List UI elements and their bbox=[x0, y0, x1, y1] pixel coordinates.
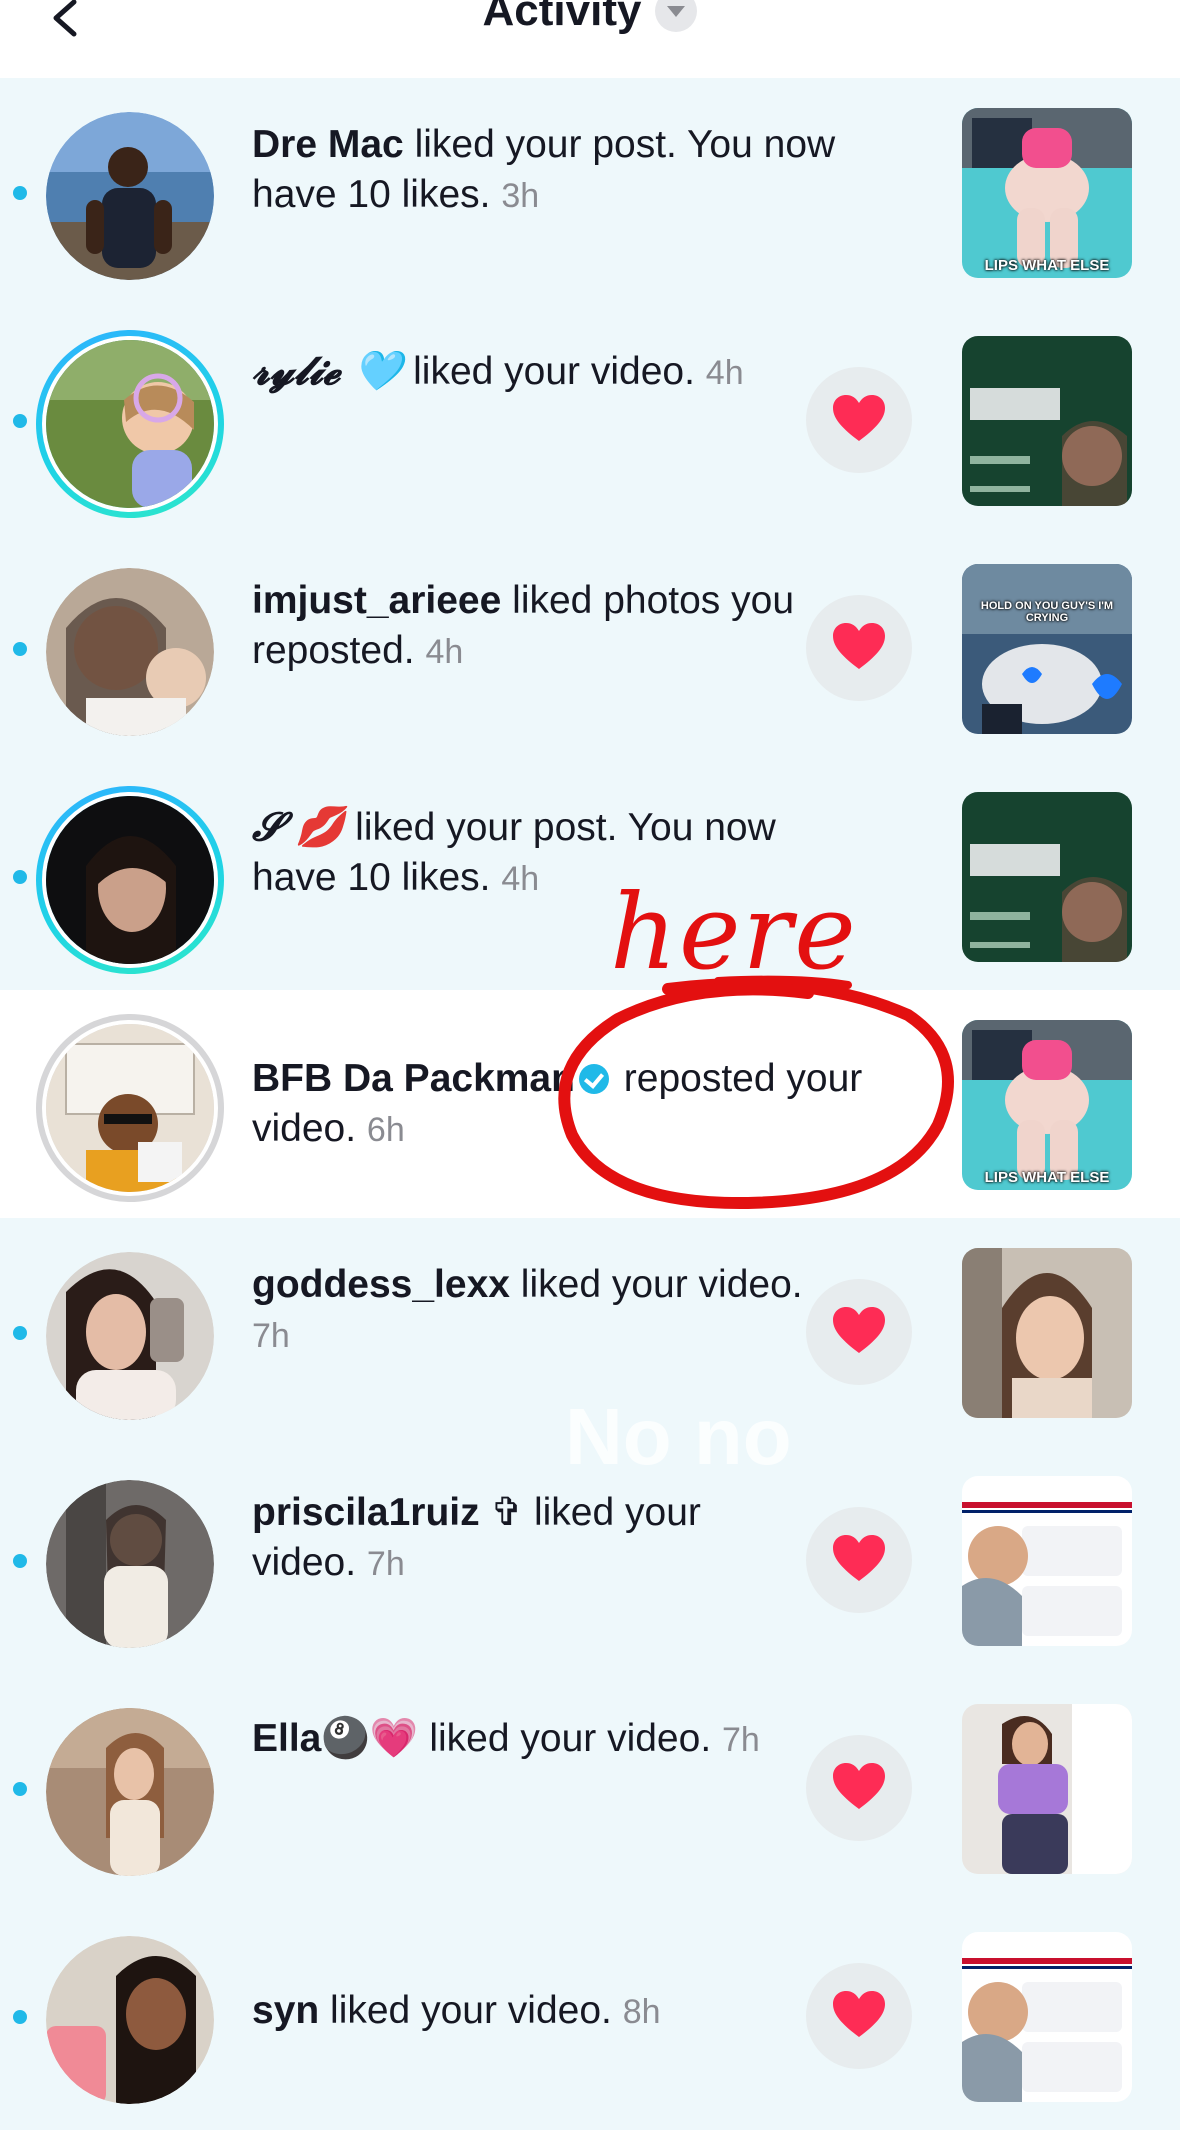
post-thumbnail[interactable] bbox=[962, 1704, 1132, 1874]
post-thumbnail[interactable] bbox=[962, 1932, 1132, 2102]
avatar[interactable] bbox=[46, 568, 214, 736]
list-item[interactable]: 𝓢 💋 liked your post. You now have 10 lik… bbox=[0, 762, 1180, 990]
unread-dot bbox=[13, 1554, 27, 1568]
list-item[interactable]: imjust_arieee liked photos you reposted.… bbox=[0, 534, 1180, 762]
unread-dot bbox=[13, 186, 27, 200]
unread-dot bbox=[13, 642, 27, 656]
username[interactable]: imjust_arieee bbox=[252, 579, 501, 622]
list-item[interactable]: Ella🎱💗 liked your video. 7h bbox=[0, 1674, 1180, 1902]
avatar[interactable] bbox=[46, 1936, 214, 2104]
unread-dot bbox=[13, 2010, 27, 2024]
notification-text: syn liked your video. 8h bbox=[252, 1986, 812, 2037]
thumbnail-caption: LIPS WHAT ELSE bbox=[984, 257, 1110, 274]
thumbnail-caption: LIPS WHAT ELSE bbox=[984, 1169, 1110, 1186]
like-button[interactable] bbox=[806, 1507, 912, 1613]
watermark-text: No no bbox=[565, 1392, 792, 1481]
avatar[interactable] bbox=[36, 786, 224, 974]
post-thumbnail[interactable] bbox=[962, 792, 1132, 962]
avatar[interactable] bbox=[46, 1708, 214, 1876]
notification-text: priscila1ruiz ✞ liked your video. 7h bbox=[252, 1488, 812, 1589]
username[interactable]: Ella🎱💗 bbox=[252, 1717, 419, 1760]
unread-dot bbox=[13, 1782, 27, 1796]
notification-action: liked your video. bbox=[509, 1263, 803, 1306]
heart-icon bbox=[833, 1535, 885, 1581]
list-item[interactable]: 𝓻𝔂𝓵𝓲𝓮 🩵 liked your video. 4h bbox=[0, 306, 1180, 534]
post-thumbnail[interactable] bbox=[962, 336, 1132, 506]
notification-text: goddess_lexx liked your video. 7h bbox=[252, 1260, 812, 1361]
timestamp: 3h bbox=[501, 177, 540, 215]
username[interactable]: syn bbox=[252, 1989, 319, 2032]
like-button[interactable] bbox=[806, 1963, 912, 2069]
timestamp: 7h bbox=[252, 1317, 290, 1355]
avatar[interactable] bbox=[36, 330, 224, 518]
username[interactable]: 𝓻𝔂𝓵𝓲𝓮 🩵 bbox=[252, 348, 402, 394]
timestamp: 8h bbox=[622, 1993, 661, 2031]
username[interactable]: priscila1ruiz ✞ bbox=[252, 1491, 523, 1534]
avatar[interactable] bbox=[46, 112, 214, 280]
like-button[interactable] bbox=[806, 367, 912, 473]
post-thumbnail[interactable]: LIPS WHAT ELSE bbox=[962, 1020, 1132, 1190]
top-bar: Activity bbox=[0, 0, 1180, 78]
avatar[interactable] bbox=[36, 1014, 224, 1202]
annotation-circle bbox=[558, 975, 954, 1210]
notification-text: Dre Mac liked your post. You now have 10… bbox=[252, 120, 912, 221]
like-button[interactable] bbox=[806, 1279, 912, 1385]
post-thumbnail[interactable]: LIPS WHAT ELSE bbox=[962, 108, 1132, 278]
username[interactable]: BFB Da Packman bbox=[252, 1057, 575, 1100]
notification-text: 𝓻𝔂𝓵𝓲𝓮 🩵 liked your video. 4h bbox=[252, 346, 812, 398]
handwritten-annotation: here bbox=[610, 871, 858, 993]
post-thumbnail[interactable] bbox=[962, 1476, 1132, 1646]
title-area[interactable]: Activity bbox=[0, 0, 1180, 36]
timestamp: 4h bbox=[501, 860, 540, 898]
avatar[interactable] bbox=[46, 1252, 214, 1420]
list-item[interactable]: Dre Mac liked your post. You now have 10… bbox=[0, 78, 1180, 306]
page-title: Activity bbox=[482, 0, 642, 35]
unread-dot bbox=[13, 1326, 27, 1340]
timestamp: 7h bbox=[366, 1545, 405, 1583]
unread-dot bbox=[13, 414, 27, 428]
notification-action: liked your video. bbox=[418, 1717, 712, 1760]
chevron-down-icon[interactable] bbox=[655, 0, 698, 32]
notification-text: imjust_arieee liked photos you reposted.… bbox=[252, 576, 812, 677]
timestamp: 6h bbox=[366, 1111, 405, 1149]
heart-icon bbox=[833, 623, 885, 669]
heart-icon bbox=[833, 1307, 885, 1353]
heart-icon bbox=[833, 1991, 885, 2037]
notification-action: liked your video. bbox=[402, 350, 695, 393]
notification-action: liked your video. bbox=[319, 1989, 612, 2032]
like-button[interactable] bbox=[806, 595, 912, 701]
post-thumbnail[interactable] bbox=[962, 1248, 1132, 1418]
timestamp: 4h bbox=[425, 633, 464, 671]
notification-text: Ella🎱💗 liked your video. 7h bbox=[252, 1714, 812, 1765]
timestamp: 7h bbox=[722, 1721, 760, 1759]
timestamp: 4h bbox=[705, 354, 744, 392]
avatar[interactable] bbox=[46, 1480, 214, 1648]
post-thumbnail[interactable]: HOLD ON YOU GUY'S I'M CRYING bbox=[962, 564, 1132, 734]
username[interactable]: Dre Mac bbox=[252, 123, 404, 166]
unread-dot bbox=[13, 870, 27, 884]
thumbnail-caption: HOLD ON YOU GUY'S I'M CRYING bbox=[980, 600, 1114, 624]
username[interactable]: 𝓢 💋 bbox=[252, 804, 344, 850]
username[interactable]: goddess_lexx bbox=[252, 1263, 510, 1306]
like-button[interactable] bbox=[806, 1735, 912, 1841]
heart-icon bbox=[833, 395, 885, 441]
heart-icon bbox=[833, 1763, 885, 1809]
